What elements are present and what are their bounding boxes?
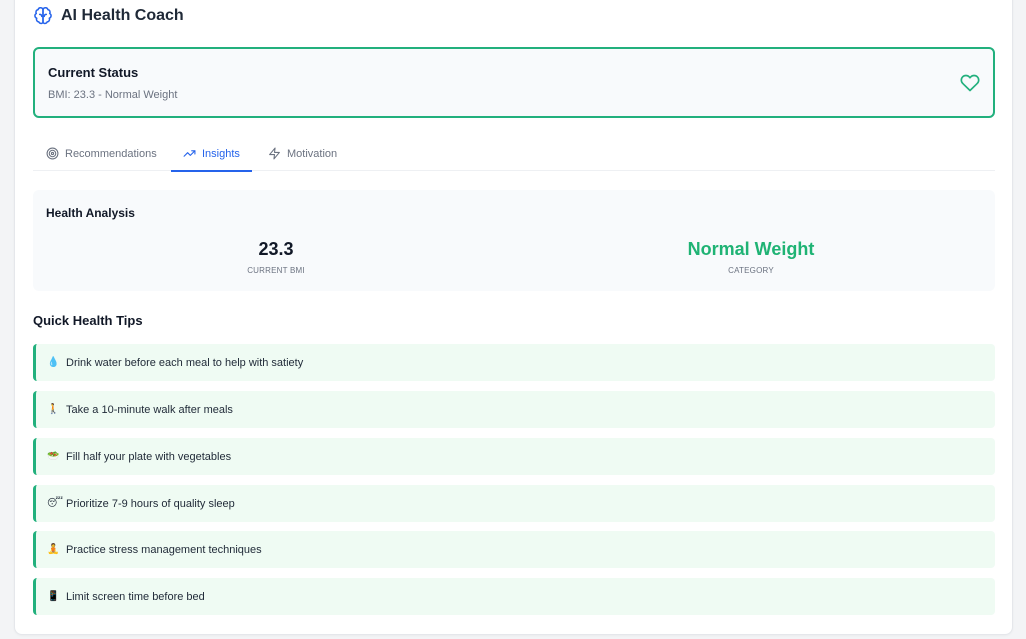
current-status-panel: Current Status BMI: 23.3 - Normal Weight bbox=[33, 47, 995, 118]
sleeping-face-icon: 😴 bbox=[47, 498, 64, 509]
bmi-label: CURRENT BMI bbox=[247, 266, 305, 275]
heart-icon[interactable] bbox=[960, 73, 980, 93]
tip-text: Drink water before each meal to help wit… bbox=[66, 356, 304, 369]
tab-bar: Recommendations Insights Motivation bbox=[33, 136, 995, 172]
tab-insights[interactable]: Insights bbox=[171, 136, 252, 172]
walking-icon: 🚶 bbox=[47, 404, 60, 415]
tab-label: Motivation bbox=[287, 147, 338, 160]
zap-icon bbox=[269, 147, 280, 160]
bmi-value: 23.3 bbox=[258, 239, 294, 259]
target-icon bbox=[46, 147, 59, 160]
tip-item: 🧘 Practice stress management techniques bbox=[33, 531, 995, 568]
tip-item: 😴 Prioritize 7-9 hours of quality sleep bbox=[33, 485, 995, 522]
tab-label: Recommendations bbox=[65, 147, 157, 160]
tab-label: Insights bbox=[202, 147, 240, 160]
app-header: AI Health Coach bbox=[33, 5, 184, 27]
phone-icon: 📱 bbox=[47, 591, 60, 602]
tip-text: Take a 10-minute walk after meals bbox=[66, 403, 233, 416]
tip-item: 💧 Drink water before each meal to help w… bbox=[33, 344, 995, 381]
tip-text: Fill half your plate with vegetables bbox=[66, 450, 232, 463]
meditation-icon: 🧘 bbox=[47, 544, 60, 555]
water-drop-icon: 💧 bbox=[47, 357, 60, 368]
tips-title: Quick Health Tips bbox=[33, 313, 143, 328]
bmi-metric: 23.3 CURRENT BMI bbox=[226, 238, 326, 275]
category-value: Normal Weight bbox=[687, 239, 815, 259]
tab-recommendations[interactable]: Recommendations bbox=[46, 136, 157, 171]
tip-item: 🥗 Fill half your plate with vegetables bbox=[33, 438, 995, 475]
brain-icon bbox=[34, 7, 52, 25]
category-label: CATEGORY bbox=[728, 266, 774, 275]
status-title: Current Status bbox=[48, 65, 139, 80]
trending-up-icon bbox=[183, 150, 196, 157]
tip-text: Practice stress management techniques bbox=[66, 543, 262, 556]
category-metric: Normal Weight CATEGORY bbox=[651, 238, 851, 275]
analysis-title: Health Analysis bbox=[46, 206, 135, 220]
tip-text: Prioritize 7-9 hours of quality sleep bbox=[66, 497, 235, 510]
health-analysis-panel: Health Analysis 23.3 CURRENT BMI Normal … bbox=[33, 190, 995, 291]
tip-text: Limit screen time before bed bbox=[66, 590, 205, 603]
tip-item: 🚶 Take a 10-minute walk after meals bbox=[33, 391, 995, 428]
tab-motivation[interactable]: Motivation bbox=[268, 136, 337, 171]
app-title: AI Health Coach bbox=[61, 7, 184, 24]
status-subtitle: BMI: 23.3 - Normal Weight bbox=[48, 89, 178, 101]
salad-icon: 🥗 bbox=[47, 451, 60, 462]
tip-item: 📱 Limit screen time before bed bbox=[33, 578, 995, 615]
